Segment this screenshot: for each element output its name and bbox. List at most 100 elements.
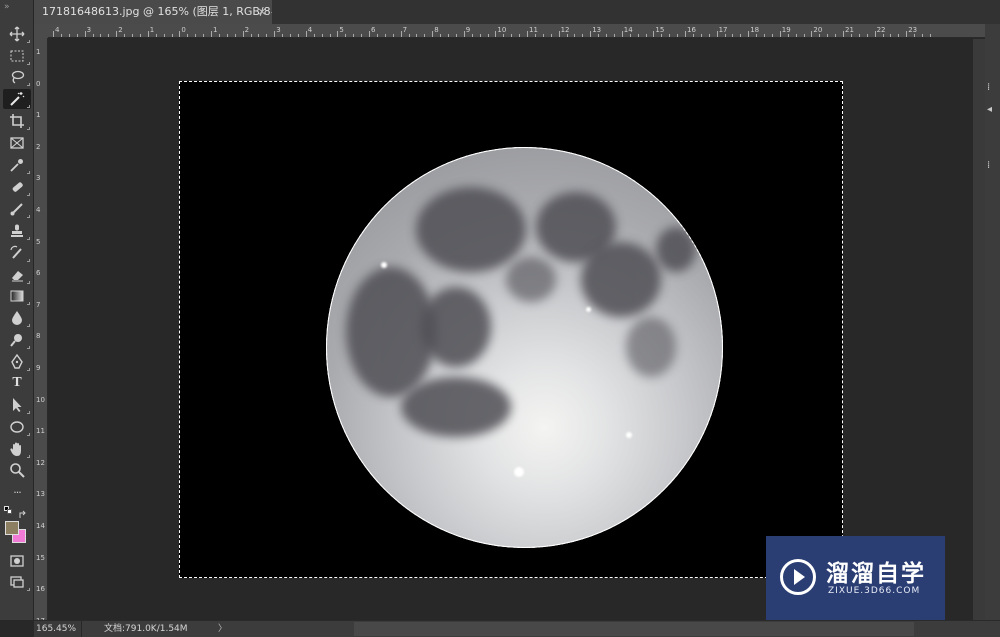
frame-tool-icon[interactable]: [3, 133, 31, 153]
ruler-tick: [503, 34, 505, 37]
clone-stamp-tool-icon[interactable]: [3, 221, 31, 241]
move-tool-icon[interactable]: [3, 24, 31, 44]
zoom-level-field[interactable]: 165.45%: [34, 621, 82, 637]
ruler-tick: [353, 34, 355, 37]
ruler-tick: [732, 34, 734, 37]
quick-mask-icon[interactable]: [3, 551, 31, 571]
brush-tool-icon[interactable]: [3, 199, 31, 219]
ruler-tick-label: 14: [623, 26, 633, 34]
ruler-tick: [53, 31, 54, 37]
ruler-tick-label: 16: [687, 26, 696, 34]
ruler-tick-label: 1: [36, 111, 41, 120]
ruler-tick-label: 18: [750, 26, 760, 34]
ruler-tick: [590, 31, 592, 37]
ruler-tick-label: 4: [55, 26, 60, 34]
ruler-tick-label: 8: [434, 26, 439, 34]
ruler-tick: [819, 34, 821, 37]
path-selection-tool-icon[interactable]: [3, 395, 31, 415]
ruler-tick-label: 2: [118, 26, 123, 34]
swap-colors-icon[interactable]: [18, 505, 28, 518]
ruler-tick-label: 16: [36, 585, 45, 594]
ruler-tick: [424, 34, 426, 37]
ruler-tick: [527, 31, 528, 37]
healing-brush-tool-icon[interactable]: [3, 177, 31, 197]
document-tab[interactable]: 17181648613.jpg @ 165% (图层 1, RGB/8#) *: [34, 0, 272, 24]
ruler-tick: [108, 34, 110, 37]
zoom-tool-icon[interactable]: [3, 460, 31, 480]
photoshop-window: » T ··· 17181648613.jpg @ 165% (图层 1, RG…: [0, 0, 1000, 637]
panel-icon[interactable]: ◂: [987, 104, 998, 116]
ruler-tick: [858, 34, 860, 37]
marquee-selection: [179, 81, 843, 578]
more-tools-icon[interactable]: ···: [3, 482, 31, 502]
marquee-tool-icon[interactable]: [3, 46, 31, 66]
ruler-tick: [645, 34, 647, 37]
ruler-tick: [132, 34, 133, 37]
ruler-tick: [139, 34, 141, 37]
ruler-tick: [756, 34, 758, 37]
panel-icon[interactable]: ⁞: [987, 160, 998, 172]
history-brush-tool-icon[interactable]: [3, 243, 31, 263]
default-colors-icon[interactable]: [4, 506, 12, 514]
status-bar: 165.45% 文档:791.0K/1.54M 〉: [34, 620, 1000, 637]
ruler-tick: [803, 34, 805, 37]
close-tab-icon[interactable]: ×: [254, 0, 270, 24]
screen-mode-icon[interactable]: [3, 572, 31, 592]
ruler-tick: [416, 34, 418, 37]
magic-wand-tool-icon[interactable]: [3, 89, 31, 109]
ruler-tick: [455, 34, 457, 37]
type-tool-icon[interactable]: T: [3, 373, 31, 393]
dodge-tool-icon[interactable]: [3, 330, 31, 350]
ruler-tick: [305, 31, 307, 37]
ruler-tick: [384, 34, 386, 37]
status-menu-icon[interactable]: 〉: [218, 621, 227, 637]
ruler-tick: [218, 34, 220, 37]
lasso-tool-icon[interactable]: [3, 67, 31, 87]
ruler-tick: [716, 31, 718, 37]
ruler-tick: [850, 34, 852, 37]
hand-tool-icon[interactable]: [3, 439, 31, 459]
gradient-tool-icon[interactable]: [3, 286, 31, 306]
ruler-tick: [60, 34, 62, 37]
ellipse-tool-icon[interactable]: [3, 417, 31, 437]
panel-icon[interactable]: ⁞: [987, 82, 998, 94]
ruler-tick: [779, 31, 781, 37]
ruler-tick: [661, 34, 663, 37]
ruler-origin[interactable]: [34, 24, 48, 38]
ruler-tick: [258, 34, 260, 37]
foreground-color-swatch[interactable]: [5, 521, 19, 535]
crop-tool-icon[interactable]: [3, 111, 31, 131]
ruler-tick: [116, 31, 118, 37]
watermark: 溜溜自学 ZIXUE.3D66.COM: [766, 536, 945, 620]
horizontal-ruler[interactable]: 4 3 2 1 0 1 2 3 4 5 6 7 8 9 10 11 12 13 14 15 16 17 18 19 20 21 22…: [48, 24, 1000, 38]
ruler-tick: [471, 34, 473, 37]
ruler-tick: [692, 34, 694, 37]
ruler-tick-label: 2: [244, 26, 250, 34]
ruler-tick-label: 6: [371, 26, 376, 34]
eyedropper-tool-icon[interactable]: [3, 155, 31, 175]
vertical-scrollbar[interactable]: [973, 39, 985, 620]
ruler-tick: [890, 34, 892, 37]
document-size-info: 文档:791.0K/1.54M: [104, 624, 188, 634]
horizontal-scrollbar[interactable]: [354, 622, 914, 636]
document-tab-title: 17181648613.jpg @ 165% (图层 1, RGB/8#) *: [42, 5, 272, 18]
ruler-tick: [171, 34, 173, 37]
blur-tool-icon[interactable]: [3, 308, 31, 328]
ruler-tick: [369, 31, 370, 37]
ruler-tick: [361, 34, 363, 37]
ruler-tick: [337, 31, 339, 37]
ruler-tick: [124, 34, 126, 37]
eraser-tool-icon[interactable]: [3, 265, 31, 285]
pen-tool-icon[interactable]: [3, 352, 31, 372]
ruler-tick: [329, 34, 331, 37]
panel-collapse-icon[interactable]: »: [4, 2, 10, 12]
ruler-tick: [898, 34, 900, 37]
ruler-tick-label: 13: [36, 490, 45, 499]
ruler-tick: [290, 34, 291, 37]
ruler-tick: [147, 31, 149, 37]
ruler-tick: [558, 31, 560, 37]
ruler-tick: [519, 34, 521, 37]
watermark-url: ZIXUE.3D66.COM: [828, 586, 921, 596]
vertical-ruler[interactable]: 101234567891011121314151617: [34, 38, 48, 625]
ruler-tick: [155, 34, 157, 37]
